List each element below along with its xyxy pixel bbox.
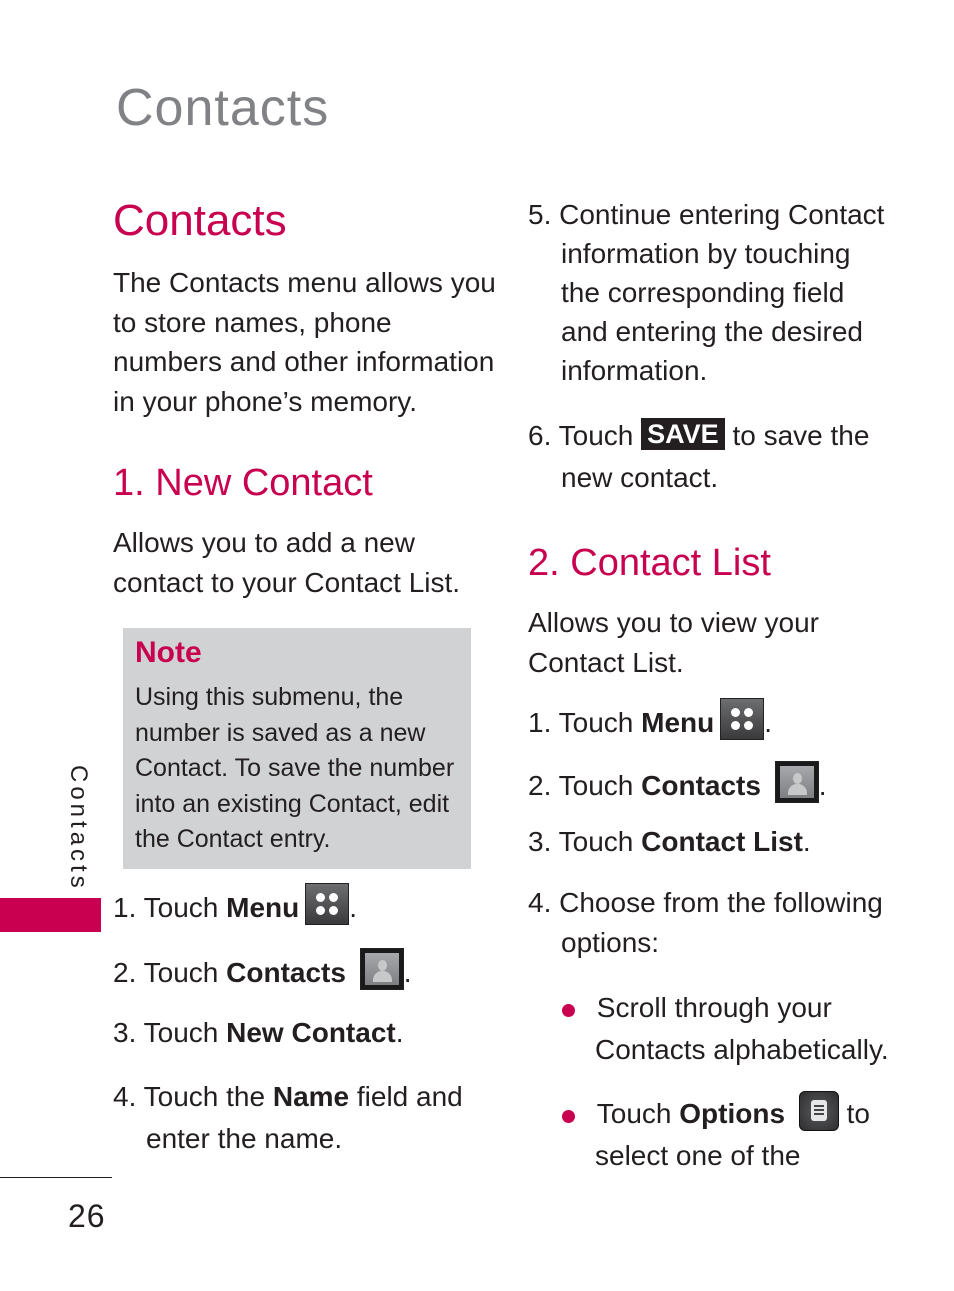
section-heading-contacts: Contacts	[113, 196, 287, 245]
step-6: 6. Touch SAVE to save the new contact.	[528, 418, 870, 493]
note-text: Using this submenu, the number is saved …	[135, 680, 469, 858]
desc-line: contact to your Contact List.	[113, 566, 461, 598]
chapter-title: Contacts	[116, 79, 330, 137]
step-item: 2. Touch Contacts .	[528, 761, 827, 807]
note-line: into an existing Contact, edit	[135, 789, 450, 818]
desc-line: Allows you to add a new	[113, 527, 415, 558]
step-item: 3. Touch Contact List.	[528, 826, 811, 857]
note-line: number is saved as a new	[135, 718, 426, 747]
step-5: 5. Continue entering Contact information…	[528, 199, 885, 386]
bullet-item: Scroll through your Contacts alphabetica…	[562, 987, 889, 1071]
bullet-dot	[562, 1110, 575, 1123]
bullet-dot	[562, 1004, 575, 1017]
intro-line: The Contacts menu allows you	[113, 267, 496, 298]
desc-line: Allows you to view your	[528, 607, 820, 638]
contacts-person-icon	[774, 761, 819, 803]
note-box: Note Using this submenu, the number is s…	[123, 628, 471, 869]
side-chapter-label: Contacts	[65, 765, 92, 892]
step-item: 4. Touch the Name field and enter the na…	[113, 1081, 463, 1154]
note-line: Contact. To save the number	[135, 754, 455, 782]
menu-grid-icon	[720, 698, 765, 740]
intro-paragraph: The Contacts menu allows you to store na…	[113, 263, 496, 421]
new-contact-description: Allows you to add a new contact to your …	[113, 523, 460, 602]
step-item: 1. Touch Menu.	[113, 883, 357, 929]
note-line: Using this submenu, the	[135, 683, 404, 711]
desc-line: Contact List.	[528, 646, 684, 678]
step-item: 2. Touch Contacts .	[113, 948, 412, 994]
step-item: 3. Touch New Contact.	[113, 1017, 404, 1048]
intro-line: to store names, phone	[113, 306, 392, 338]
options-list-icon	[798, 1091, 839, 1131]
intro-line: numbers and other information	[113, 346, 495, 377]
step-item: 4. Choose from the following options:	[528, 887, 883, 958]
bullet-item: Touch Options to select one of the	[562, 1091, 870, 1177]
page-number: 26	[68, 1198, 106, 1234]
note-title: Note	[135, 636, 202, 669]
heading-new-contact: 1. New Contact	[113, 462, 373, 504]
heading-contact-list: 2. Contact List	[528, 542, 771, 584]
note-line: the Contact entry.	[135, 825, 331, 853]
step-item: 1. Touch Menu.	[528, 698, 772, 744]
intro-line: in your phone’s memory.	[113, 385, 417, 417]
menu-grid-icon	[305, 883, 350, 925]
save-softkey-label: SAVE	[641, 418, 725, 450]
contacts-person-icon	[359, 948, 404, 990]
chapter-tab-marker	[0, 898, 101, 932]
contact-list-description: Allows you to view your Contact List.	[528, 603, 819, 682]
footer-rule	[0, 1177, 112, 1178]
